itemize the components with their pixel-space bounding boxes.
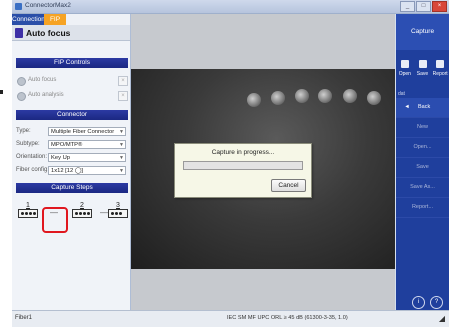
status-fiber: Fiber1 [15, 315, 33, 321]
close-icon[interactable]: × [432, 1, 447, 12]
window-title: ConnectorMax2 [25, 2, 71, 9]
orientation-label: Orientation: [16, 154, 48, 160]
radio-icon [17, 92, 26, 101]
maximize-icon[interactable]: □ [416, 1, 431, 12]
probe-icon [15, 28, 23, 38]
auto-analysis-label: Auto analysis [28, 92, 64, 98]
subtype-value: MPO/MTP® [51, 142, 83, 148]
app-window: ConnectorMax2 _ □ × Connection FIP Auto … [12, 0, 449, 327]
folder-icon [400, 60, 409, 68]
current-step-highlight [42, 207, 68, 233]
fiber-spot [247, 93, 261, 107]
fiber-spot [318, 89, 332, 103]
connector-icon [108, 209, 128, 218]
connector-icon [72, 209, 92, 218]
close-icon[interactable]: × [118, 76, 128, 86]
subtype-select[interactable]: MPO/MTP® ▼ [48, 140, 126, 149]
minimize-icon[interactable]: _ [400, 1, 415, 12]
left-panel: Connection FIP Auto focus FIP Controls A… [12, 14, 131, 310]
subtype-label: Subtype: [16, 141, 40, 147]
connector-icon [18, 209, 38, 218]
auto-focus-option[interactable]: Auto focus × [16, 76, 128, 86]
file-label: dat [398, 91, 405, 97]
chevron-down-icon: ▼ [119, 168, 124, 174]
status-criteria: IEC SM MF UPC ORL ≥ 45 dB (61300-3-35, 1… [227, 315, 348, 321]
window-controls: _ □ × [400, 1, 447, 12]
capture-steps-header: Capture Steps [16, 183, 128, 193]
tab-bar: Connection FIP [12, 14, 130, 25]
menu-item-save-as[interactable]: Save As... [396, 178, 449, 198]
save-icon [418, 60, 427, 68]
signal-icon: ◢ [438, 314, 445, 323]
step-1-number: 1 [26, 202, 30, 209]
step-1[interactable]: 1 [18, 202, 38, 218]
report-tool-label: Report [432, 71, 448, 77]
type-row: Type: Multiple Fiber Connector ▼ [16, 127, 128, 137]
tab-connection[interactable]: Connection [12, 14, 45, 25]
save-tool-label: Save [416, 71, 429, 77]
help-icon[interactable]: ? [430, 296, 443, 309]
report-tool[interactable]: Report [431, 54, 449, 84]
radio-icon [17, 77, 26, 86]
save-tool[interactable]: Save [414, 54, 432, 84]
title-bar: ConnectorMax2 _ □ × [12, 0, 449, 14]
fiber-spot [295, 89, 309, 103]
type-value: Multiple Fiber Connector [51, 129, 115, 135]
back-button[interactable]: ◄ Back [396, 98, 449, 118]
open-tool-label: Open [398, 71, 411, 77]
step-2[interactable]: 2 [72, 202, 92, 218]
capture-steps: 1 — 2 — 3 [16, 202, 128, 232]
capture-button[interactable]: Capture [396, 14, 449, 50]
chevron-down-icon: ▼ [119, 142, 124, 148]
app-icon [15, 3, 22, 10]
type-select[interactable]: Multiple Fiber Connector ▼ [48, 127, 126, 136]
step-2-number: 2 [80, 202, 84, 209]
mode-label: Auto focus [26, 28, 71, 38]
tab-fip[interactable]: FIP [44, 14, 66, 25]
fiber-spot [367, 91, 381, 105]
menu-item-new[interactable]: New [396, 118, 449, 138]
chevron-down-icon: ▼ [119, 155, 124, 161]
info-icon[interactable]: i [412, 296, 425, 309]
file-menu: ◄ Back New Open... Save Save As... Report… [396, 98, 449, 218]
step-3-number: 3 [116, 202, 120, 209]
fiber-spot [271, 91, 285, 105]
back-arrow-icon: ◄ [404, 104, 410, 110]
fiber-config-label: Fiber config: [16, 167, 50, 173]
fiber-config-value: 1x12 [12 ◯] [51, 168, 83, 174]
step-separator: — [100, 208, 108, 217]
back-label: Back [418, 104, 431, 110]
subtype-row: Subtype: MPO/MTP® ▼ [16, 140, 128, 150]
step-3[interactable]: 3 [108, 202, 128, 218]
fiber-config-select[interactable]: 1x12 [12 ◯] ▼ [48, 166, 126, 175]
dialog-message: Capture in progress... [211, 149, 275, 156]
right-panel: Capture Open Save Report dat ◄ Back New O… [396, 14, 449, 310]
connector-header: Connector [16, 110, 128, 120]
type-label: Type: [16, 128, 31, 134]
fip-controls-header: FIP Controls [16, 58, 128, 68]
toolbar: Open Save Report [396, 54, 449, 84]
mode-header: Auto focus [12, 25, 130, 41]
auto-analysis-option[interactable]: Auto analysis × [16, 91, 128, 101]
orientation-value: Key Up [51, 155, 71, 161]
progress-bar [183, 161, 303, 170]
orientation-row: Orientation: Key Up ▼ [16, 153, 128, 163]
capture-progress-dialog: Capture in progress... Cancel [174, 143, 312, 198]
orientation-select[interactable]: Key Up ▼ [48, 153, 126, 162]
status-bar: Fiber1 IEC SM MF UPC ORL ≥ 45 dB (61300-… [12, 310, 449, 327]
cancel-button[interactable]: Cancel [271, 179, 306, 192]
close-icon[interactable]: × [118, 91, 128, 101]
chevron-down-icon: ▼ [119, 129, 124, 135]
menu-item-save[interactable]: Save [396, 158, 449, 178]
menu-item-report[interactable]: Report... [396, 198, 449, 218]
report-icon [436, 60, 445, 68]
menu-item-open[interactable]: Open... [396, 138, 449, 158]
auto-focus-label: Auto focus [28, 77, 57, 83]
fiber-config-row: Fiber config: 1x12 [12 ◯] ▼ [16, 166, 128, 176]
fiber-spot [343, 89, 357, 103]
open-tool[interactable]: Open [396, 54, 414, 84]
external-marker [0, 90, 3, 94]
